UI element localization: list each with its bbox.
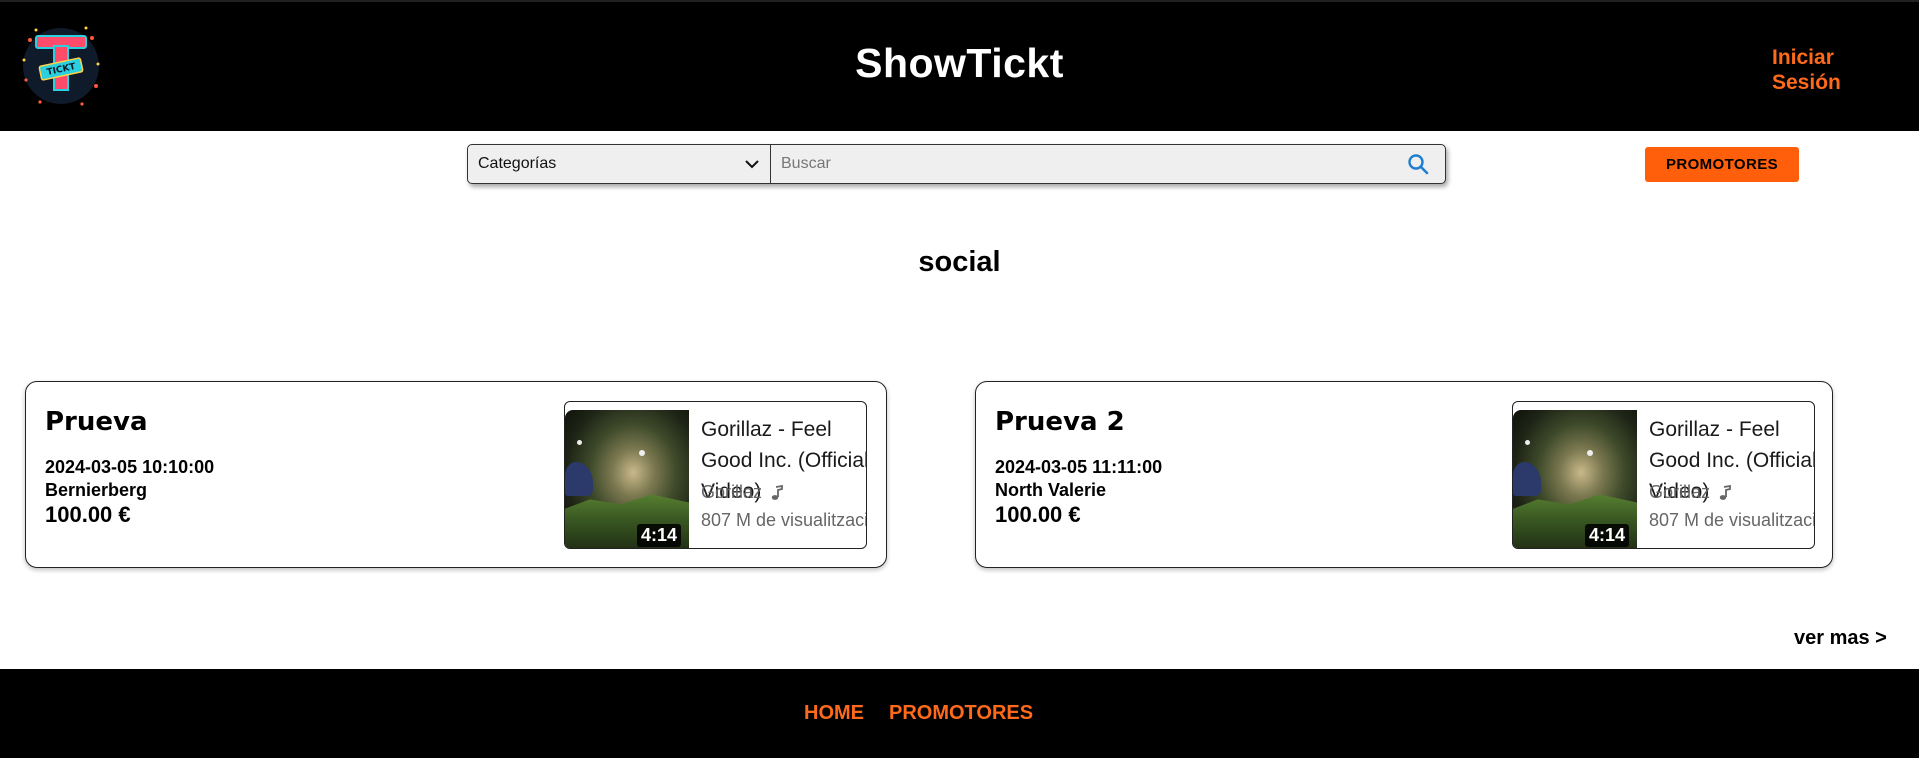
event-location: North Valerie (995, 480, 1107, 500)
search-input[interactable] (771, 145, 1391, 183)
thumbnail-detail (1587, 450, 1593, 456)
chevron-down-icon (745, 160, 759, 169)
search-button[interactable] (1391, 145, 1445, 183)
thumbnail-detail (577, 440, 582, 445)
footer-link-home[interactable]: HOME (804, 702, 864, 725)
video-thumbnail[interactable]: 4:14 (565, 410, 689, 548)
login-label-line2: Sesión (1772, 71, 1841, 94)
video-duration: 4:14 (636, 524, 681, 547)
login-link[interactable]: Iniciar Sesión (1772, 45, 1841, 95)
event-name: Prueva (45, 407, 148, 437)
video-embed[interactable]: 4:14 Gorillaz - Feel Good Inc. (Official… (1512, 401, 1815, 549)
thumbnail-detail (1525, 440, 1530, 445)
video-embed[interactable]: 4:14 Gorillaz - Feel Good Inc. (Official… (564, 401, 867, 549)
promoters-button[interactable]: PROMOTORES (1645, 147, 1799, 182)
event-name: Prueva 2 (995, 407, 1125, 437)
video-thumbnail[interactable]: 4:14 (1513, 410, 1637, 548)
event-datetime: 2024-03-05 11:11:00 (995, 457, 1163, 477)
footer-link-promoters[interactable]: PROMOTORES (889, 702, 1033, 725)
music-note-icon (771, 484, 783, 500)
video-channel[interactable]: Gorillaz (1649, 482, 1732, 503)
video-channel-name: Gorillaz (701, 482, 763, 502)
thumbnail-detail (639, 450, 645, 456)
video-channel[interactable]: Gorillaz (701, 482, 784, 503)
site-header: TICKT ShowTickt Iniciar Sesión (0, 0, 1919, 131)
search-icon (1408, 154, 1429, 175)
event-card[interactable]: Prueva 2024-03-05 10:10:00 Bernierberg 1… (25, 381, 887, 568)
video-channel-name: Gorillaz (1649, 482, 1711, 502)
section-title: social (918, 246, 1001, 278)
site-footer: HOME PROMOTORES (0, 669, 1919, 758)
category-select[interactable]: Categorías (468, 145, 771, 183)
video-duration: 4:14 (1584, 524, 1629, 547)
see-more-link[interactable]: ver mas > (1794, 627, 1887, 650)
login-label-line1: Iniciar (1772, 46, 1834, 69)
site-title: ShowTickt (855, 40, 1064, 86)
video-views: 807 M de visualitzacions (1649, 510, 1814, 530)
event-datetime: 2024-03-05 10:10:00 (45, 457, 215, 477)
thumbnail-detail (1513, 462, 1541, 496)
thumbnail-detail (565, 462, 593, 496)
event-card[interactable]: Prueva 2 2024-03-05 11:11:00 North Valer… (975, 381, 1833, 568)
event-price: 100.00 € (45, 502, 131, 527)
event-price: 100.00 € (995, 502, 1081, 527)
video-views: 807 M de visualitzacions (701, 510, 866, 530)
search-bar: Categorías (467, 144, 1446, 184)
category-select-label: Categorías (478, 155, 557, 172)
event-location: Bernierberg (45, 480, 148, 500)
music-note-icon (1719, 484, 1731, 500)
